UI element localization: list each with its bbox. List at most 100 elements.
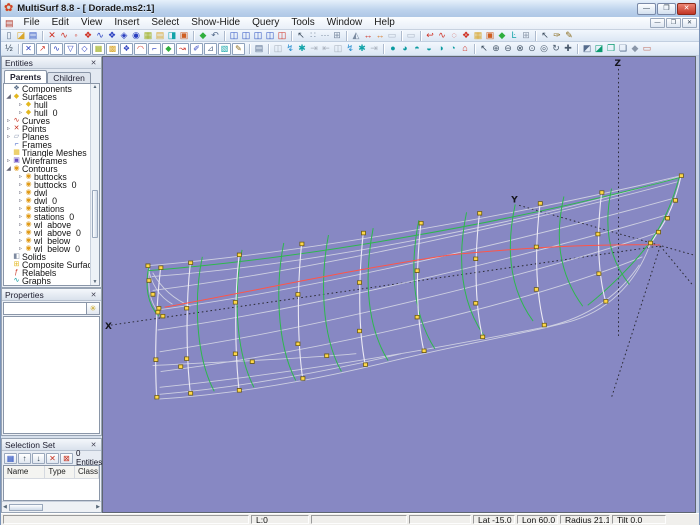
model-viewport[interactable]: Z X Y (102, 56, 696, 513)
curve-entity-icon[interactable]: ∿ (94, 30, 106, 41)
expand-arrow-icon[interactable]: ▹ (17, 237, 24, 245)
paste2-disabled-icon[interactable]: ◫ (332, 43, 344, 54)
view-left-icon[interactable]: ◑ (435, 43, 447, 54)
expand-arrow-icon[interactable]: ▹ (17, 173, 24, 181)
undo-icon[interactable]: ↶ (209, 30, 221, 41)
selection-column-header[interactable]: Name (4, 466, 46, 479)
expand-arrow-icon[interactable]: ▹ (17, 245, 24, 253)
zoom-out-icon[interactable]: ⊖ (502, 43, 514, 54)
mdi-restore-button[interactable]: ❐ (666, 18, 681, 28)
measure-icon[interactable]: ◭ (350, 30, 362, 41)
disabled-tool-icon[interactable]: ▭ (386, 30, 398, 41)
selection-grid[interactable]: Name Type Class (3, 465, 100, 501)
tree-item[interactable]: ▹ ▱ Planes (4, 133, 90, 141)
box-tool-icon[interactable]: ▣ (484, 30, 496, 41)
mesh-tool-icon[interactable]: ▦ (472, 30, 484, 41)
window-layout-4-icon[interactable]: ◫ (264, 30, 276, 41)
tree-item[interactable]: ƒ Relabels (4, 269, 90, 277)
menu-item[interactable]: Tools (285, 17, 320, 29)
tree-scrollbar[interactable]: ▲ ▼ (90, 84, 99, 285)
properties-combo-input[interactable] (3, 302, 87, 315)
select-pointer-icon[interactable]: ↖ (295, 30, 307, 41)
expand-arrow-icon[interactable]: ▹ (17, 229, 24, 237)
pencil-tool-icon[interactable]: ✎ (563, 30, 575, 41)
bead-entity-icon[interactable]: ❖ (82, 30, 94, 41)
insert-poly-icon[interactable]: ◇ (78, 42, 91, 55)
close-panel-icon[interactable]: ✕ (89, 291, 98, 299)
solid-entity-icon[interactable]: ◨ (166, 30, 178, 41)
insert-curve-icon[interactable]: ∿ (50, 42, 63, 55)
display-render-icon[interactable]: ▭ (641, 43, 653, 54)
selection-column-header[interactable]: Type (45, 466, 75, 479)
selection-table-icon[interactable]: ▦ (4, 452, 17, 464)
scroll-down-icon[interactable]: ▼ (91, 279, 99, 285)
window-layout-2-icon[interactable]: ◫ (240, 30, 252, 41)
insert-frame-icon[interactable]: ⌐ (148, 42, 161, 55)
view-front-icon[interactable]: ● (387, 43, 399, 54)
tree-item[interactable]: ▹ ◉ buttocks (4, 173, 90, 181)
view-right-icon[interactable]: ◔ (447, 43, 459, 54)
window-layout-1-icon[interactable]: ◫ (228, 30, 240, 41)
relabel-entity-icon[interactable]: ◆ (197, 30, 209, 41)
tree-item[interactable]: ▹ ◉ stations (4, 205, 90, 213)
selection-column-header[interactable]: Class (75, 466, 99, 479)
document-icon[interactable]: ▤ (5, 18, 14, 29)
tree-item[interactable]: ▹ ∿ Curves (4, 117, 90, 125)
open-file-icon[interactable]: ◪ (15, 30, 27, 41)
delete-entity-icon[interactable]: ✕ (46, 30, 58, 41)
mdi-minimize-button[interactable]: — (650, 18, 665, 28)
layers-combo-icon[interactable]: ⊞ (331, 30, 343, 41)
menu-item[interactable]: Insert (108, 17, 145, 29)
tree-item[interactable]: ▹ ◉ buttocks_0 (4, 181, 90, 189)
properties-filter-icon[interactable]: ✳ (87, 302, 100, 315)
save-file-icon[interactable]: ▤ (27, 30, 39, 41)
insert-pen-icon[interactable]: ✐ (190, 42, 203, 55)
pen-tool-icon[interactable]: ✑ (551, 30, 563, 41)
close-panel-icon[interactable]: ✕ (89, 441, 98, 449)
menu-item[interactable]: Select (145, 17, 185, 29)
mdi-close-button[interactable]: ✕ (682, 18, 697, 28)
magnet-tool-icon[interactable]: ❖ (460, 30, 472, 41)
hint-icon[interactable]: ↯ (284, 43, 296, 54)
selection-clear-all-icon[interactable]: ⊠ (60, 452, 73, 464)
minimize-button[interactable]: — (637, 2, 656, 15)
grid-snap-icon[interactable]: ∷ (307, 30, 319, 41)
menu-item[interactable]: Help (368, 17, 401, 29)
tree-item[interactable]: ⊞ Composite Surfaces (4, 261, 90, 269)
tree-item[interactable]: ▹ ◉ dwl (4, 189, 90, 197)
expand-arrow-icon[interactable]: ▹ (17, 221, 24, 229)
tree-item[interactable]: ▹ ◉ wl_above_0 (4, 229, 90, 237)
distance-orange-icon[interactable]: ↔ (374, 30, 386, 41)
disabled-tool2-icon[interactable]: ▭ (405, 30, 417, 41)
expand-arrow-icon[interactable]: ▹ (5, 117, 12, 125)
scroll-thumb[interactable] (92, 190, 98, 238)
expand-arrow-icon[interactable]: ◢ (5, 93, 12, 101)
menu-item[interactable]: Edit (46, 17, 75, 29)
scroll-left-icon[interactable]: ◀ (3, 504, 7, 510)
paste-disabled-icon[interactable]: ◫ (272, 43, 284, 54)
menu-item[interactable]: File (18, 17, 46, 29)
zoom-pointer-icon[interactable]: ↖ (478, 43, 490, 54)
view-home-icon[interactable]: ⌂ (459, 43, 471, 54)
grid-tool-icon[interactable]: ⊞ (520, 30, 532, 41)
nearest-snap-icon[interactable]: ½ (3, 43, 15, 54)
scroll-right-icon[interactable]: ▶ (96, 504, 100, 510)
hook-tool-icon[interactable]: ↩ (424, 30, 436, 41)
tree-item[interactable]: ◢ ◆ Surfaces (4, 93, 90, 101)
hint2-icon[interactable]: ↯ (344, 43, 356, 54)
menu-item[interactable]: Window (321, 17, 369, 29)
tree-item[interactable]: ◢ ◉ Contours (4, 165, 90, 173)
tree-item[interactable]: ▹ ◉ wl_below (4, 237, 90, 245)
expand-arrow-icon[interactable]: ▹ (17, 101, 24, 109)
tree-item[interactable]: ▹ ◆ hull (4, 101, 90, 109)
tab2-right-icon[interactable]: ⇥ (368, 43, 380, 54)
zoom-window-icon[interactable]: ⊗ (514, 43, 526, 54)
expand-arrow-icon[interactable]: ▹ (5, 125, 12, 133)
tree-item[interactable]: ▹ ◉ wl_above (4, 221, 90, 229)
ring-tool-icon[interactable]: ◌ (448, 30, 460, 41)
close-button[interactable]: ✕ (677, 2, 696, 15)
tree-item[interactable]: ▹ ✕ Points (4, 125, 90, 133)
display-points-icon[interactable]: ◆ (629, 43, 641, 54)
bead-tool-icon[interactable]: ∿ (436, 30, 448, 41)
tree-item[interactable]: ▹ ◉ dwl_0 (4, 197, 90, 205)
